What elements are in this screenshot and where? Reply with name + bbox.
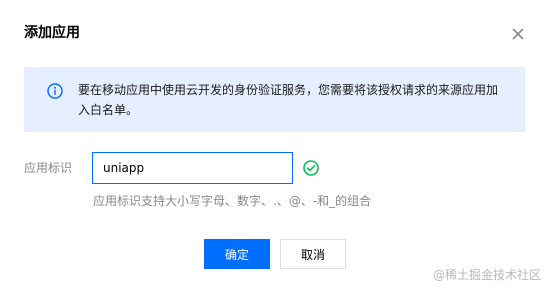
- add-app-dialog: 添加应用 要在移动应用中使用云开发的身份验证服务，您需要将该授权请求的来源应用加…: [0, 0, 549, 289]
- cancel-button[interactable]: 取消: [280, 239, 346, 269]
- app-id-input[interactable]: [92, 152, 293, 184]
- app-id-label: 应用标识: [24, 161, 73, 175]
- check-circle-icon: [303, 160, 319, 176]
- confirm-button[interactable]: 确定: [204, 239, 270, 269]
- notice-text: 要在移动应用中使用云开发的身份验证服务，您需要将该授权请求的来源应用加入白名单。: [78, 83, 499, 117]
- close-icon[interactable]: [508, 24, 528, 44]
- info-notice: 要在移动应用中使用云开发的身份验证服务，您需要将该授权请求的来源应用加入白名单。: [24, 67, 525, 132]
- dialog-title: 添加应用: [24, 25, 80, 41]
- watermark: @稀土掘金技术社区: [432, 268, 541, 282]
- info-icon: [47, 83, 63, 99]
- app-id-hint: 应用标识支持大小写字母、数字、.、@、-和_的组合: [93, 194, 372, 208]
